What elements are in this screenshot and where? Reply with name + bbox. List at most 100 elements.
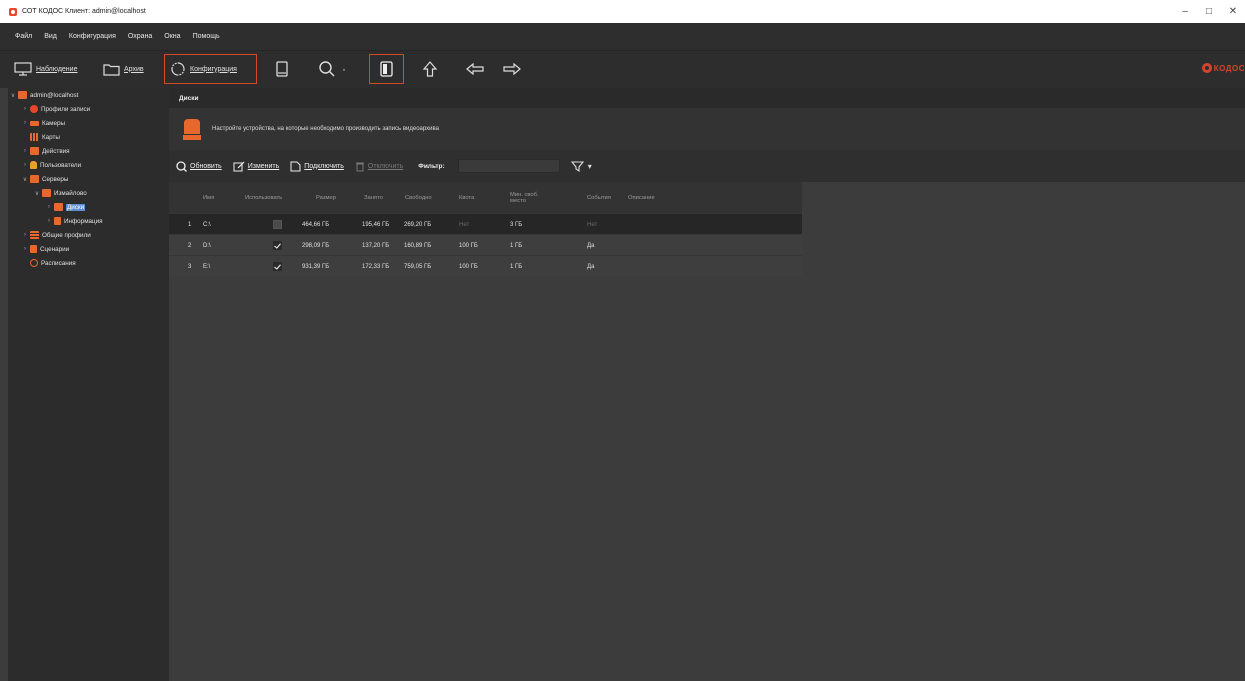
- cell-min-free: 1 ГБ: [510, 242, 523, 249]
- servers-icon: [30, 175, 39, 183]
- filter-label: Фильтр:: [418, 162, 445, 170]
- col-min-free[interactable]: Мин. своб. место: [510, 182, 548, 213]
- tree-item-label: Сценарии: [40, 245, 70, 253]
- archive-label: Архив: [124, 65, 144, 73]
- cell-quota: Нет: [459, 221, 470, 228]
- menu-security[interactable]: Охрана: [128, 33, 152, 40]
- tree-item-label: Серверы: [42, 175, 69, 183]
- observation-button[interactable]: Наблюдение: [14, 54, 77, 84]
- restore-button[interactable]: □: [1197, 0, 1221, 23]
- cell-events: Да: [587, 242, 595, 249]
- search-dropdown-icon[interactable]: ·: [342, 62, 346, 76]
- edit-button[interactable]: Изменить: [233, 161, 279, 172]
- minimize-button[interactable]: –: [1173, 0, 1197, 23]
- menu-windows[interactable]: Окна: [164, 33, 180, 40]
- expand-arrow-icon[interactable]: ∨: [22, 176, 28, 183]
- schedule-icon: [30, 259, 38, 267]
- col-description[interactable]: Описание: [628, 182, 655, 213]
- menu-configuration[interactable]: Конфигурация: [69, 33, 116, 40]
- col-quota[interactable]: Квота: [459, 182, 474, 213]
- tree-item-record-profiles[interactable]: › Профили записи: [22, 103, 90, 115]
- menu-help[interactable]: Помощь: [193, 33, 220, 40]
- cell-free: 759,05 ГБ: [404, 263, 432, 270]
- col-use[interactable]: Использовать: [245, 182, 282, 213]
- configuration-label: Конфигурация: [190, 65, 237, 73]
- disconnect-button[interactable]: Отключить: [355, 161, 403, 172]
- menu-file[interactable]: Файл: [15, 33, 32, 40]
- archive-button[interactable]: Архив: [103, 54, 144, 84]
- search-button[interactable]: ·: [318, 54, 346, 84]
- tree-item-information[interactable]: › Информация: [46, 215, 103, 227]
- camera-icon: [30, 120, 39, 126]
- col-name[interactable]: Имя: [203, 182, 214, 213]
- cell-quota: 100 ГБ: [459, 242, 478, 249]
- filter-button[interactable]: ▾: [570, 160, 592, 172]
- info-panel: Настройте устройства, на которые необход…: [169, 108, 1245, 150]
- expand-arrow-icon[interactable]: ›: [22, 120, 28, 126]
- record-profile-icon: [30, 105, 38, 113]
- tree-item-cameras[interactable]: › Камеры: [22, 117, 65, 129]
- expand-arrow-icon[interactable]: ›: [22, 162, 28, 168]
- table-row[interactable]: 3 E:\ 931,39 ГБ 172,33 ГБ 759,05 ГБ 100 …: [169, 255, 802, 276]
- connect-button[interactable]: Подключить: [290, 161, 344, 172]
- up-button[interactable]: [423, 54, 437, 84]
- device-button[interactable]: [276, 54, 288, 84]
- cell-name: C:\: [203, 221, 211, 228]
- device-icon: [276, 61, 288, 77]
- tree-item-actions[interactable]: › Действия: [22, 145, 70, 157]
- expand-arrow-icon[interactable]: ›: [22, 148, 28, 154]
- col-size[interactable]: Размер: [316, 182, 336, 213]
- back-button[interactable]: [466, 54, 484, 84]
- tree-item-users[interactable]: › Пользователи: [22, 159, 81, 171]
- disk-large-icon: [183, 118, 201, 140]
- tree-item-servers[interactable]: ∨ Серверы: [22, 173, 68, 185]
- search-icon: [319, 61, 335, 77]
- arrow-up-icon: [423, 61, 437, 77]
- close-button[interactable]: ✕: [1221, 0, 1245, 23]
- tree-item-maps[interactable]: Карты: [30, 131, 60, 143]
- expand-arrow-icon[interactable]: ›: [22, 106, 28, 112]
- table-row[interactable]: 2 D:\ 298,09 ГБ 137,20 ГБ 160,89 ГБ 100 …: [169, 234, 802, 255]
- menu-view[interactable]: Вид: [44, 33, 57, 40]
- expand-arrow-icon[interactable]: ›: [46, 218, 52, 224]
- cell-free: 160,89 ГБ: [404, 242, 432, 249]
- tree-item-scenarios[interactable]: › Сценарии: [22, 243, 69, 255]
- app-icon: [9, 7, 17, 16]
- tree-item-label: Карты: [42, 133, 60, 141]
- tree-item-schedules[interactable]: Расписания: [30, 257, 76, 269]
- configuration-button[interactable]: Конфигурация: [164, 54, 257, 84]
- use-checkbox[interactable]: [273, 235, 282, 256]
- expand-arrow-icon[interactable]: ∨: [10, 92, 16, 99]
- expand-arrow-icon[interactable]: ›: [22, 246, 28, 252]
- refresh-button[interactable]: Обновить: [176, 160, 222, 172]
- logo-text: КОДОС: [1213, 63, 1245, 73]
- panel-button[interactable]: [369, 54, 404, 84]
- col-free[interactable]: Свободно: [405, 182, 432, 213]
- row-number: 1: [188, 221, 192, 228]
- cell-min-free: 3 ГБ: [510, 221, 523, 228]
- tree-item-label: Общие профили: [42, 231, 91, 239]
- col-used[interactable]: Занято: [364, 182, 383, 213]
- expand-arrow-icon[interactable]: ›: [46, 204, 52, 210]
- page-title: Диски: [169, 88, 1245, 108]
- tree-item-admin[interactable]: ∨ admin@localhost: [10, 89, 78, 101]
- scenarios-icon: [30, 245, 37, 253]
- use-checkbox[interactable]: [273, 256, 282, 277]
- refresh-label: Обновить: [190, 162, 222, 170]
- expand-arrow-icon[interactable]: ∨: [34, 190, 40, 197]
- use-checkbox[interactable]: [273, 214, 282, 235]
- col-events[interactable]: События: [587, 182, 611, 213]
- forward-button[interactable]: [503, 54, 521, 84]
- expand-arrow-icon[interactable]: ›: [22, 232, 28, 238]
- tree-item-label: Пользователи: [40, 161, 82, 169]
- tree-item-label: Диски: [66, 203, 86, 211]
- server-group-icon: [18, 91, 27, 99]
- table-row[interactable]: 1 C:\ 464,66 ГБ 195,46 ГБ 269,20 ГБ Нет …: [169, 213, 802, 234]
- checkbox-checked-icon: [273, 262, 282, 271]
- tree-item-shared-profiles[interactable]: › Общие профили: [22, 229, 91, 241]
- tree-item-izmailovo[interactable]: ∨ Измайлово: [34, 187, 87, 199]
- action-bar: Обновить Изменить Подключить Отключить Ф…: [169, 150, 1245, 182]
- trash-icon: [355, 162, 364, 171]
- tree-item-disks[interactable]: › Диски: [46, 201, 86, 213]
- filter-input[interactable]: [457, 159, 560, 173]
